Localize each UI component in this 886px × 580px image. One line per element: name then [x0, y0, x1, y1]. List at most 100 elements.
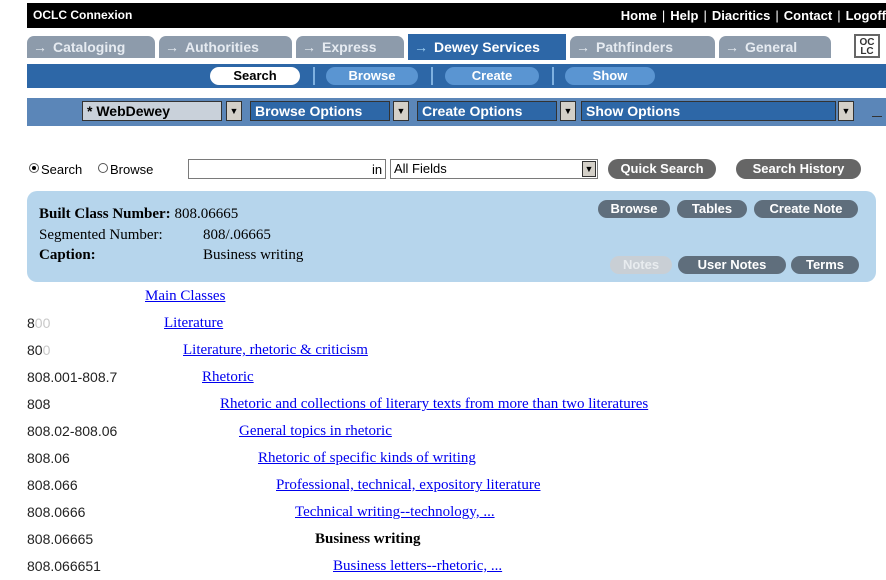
browse-radio[interactable]	[98, 163, 108, 173]
chevron-down-icon[interactable]: ▼	[560, 101, 576, 121]
user-notes-button[interactable]: User Notes	[678, 256, 786, 274]
search-history-button[interactable]: Search History	[736, 159, 861, 179]
class-number: 808	[27, 396, 51, 412]
tab-label: General	[745, 39, 798, 55]
hierarchy-row-current: 808.06665 Business writing	[27, 531, 886, 553]
oclc-logo-icon: OC LC	[854, 34, 880, 58]
options-bar: * WebDewey ▼ Browse Options ▼ Create Opt…	[27, 98, 886, 126]
browse-options-select[interactable]: Browse Options	[250, 101, 390, 121]
hierarchy-link-professional[interactable]: Professional, technical, expository lite…	[276, 477, 541, 494]
tab-express[interactable]: → Express	[296, 36, 404, 58]
subnav-create[interactable]: Create	[445, 67, 539, 85]
tab-label: Express	[322, 39, 377, 55]
class-number: 808.0666	[27, 504, 86, 520]
segmented-number-label: Segmented Number:	[39, 227, 163, 243]
search-radio[interactable]	[29, 163, 39, 173]
hierarchy-link-business-letters[interactable]: Business letters--rhetoric, ...	[333, 558, 502, 575]
chevron-down-icon[interactable]: ▼	[226, 101, 242, 121]
class-number: 808.06665	[27, 531, 94, 547]
arrow-right-icon: →	[414, 39, 428, 55]
subnav-divider	[313, 67, 315, 85]
tables-button[interactable]: Tables	[677, 200, 747, 218]
chevron-down-icon[interactable]: ▼	[838, 101, 854, 121]
field-select-value: All Fields	[394, 161, 447, 176]
arrow-right-icon: →	[165, 39, 179, 55]
arrow-right-icon: →	[576, 39, 590, 55]
hierarchy-row: 800 Literature, rhetoric & criticism	[27, 342, 886, 364]
class-number: 808.066	[27, 477, 78, 493]
tab-general[interactable]: → General	[719, 36, 831, 58]
browse-button[interactable]: Browse	[598, 200, 670, 218]
home-link[interactable]: Home	[621, 8, 657, 23]
record-panel: Built Class Number: 808.06665 Segmented …	[27, 191, 876, 282]
field-select[interactable]: All Fields ▼	[390, 159, 598, 179]
arrow-right-icon: →	[725, 39, 739, 55]
hierarchy-row: 808.001-808.7 Rhetoric	[27, 369, 886, 391]
class-number: 808.02-808.06	[27, 423, 118, 439]
tab-pathfinders[interactable]: → Pathfinders	[570, 36, 715, 58]
create-note-button[interactable]: Create Note	[754, 200, 858, 218]
subnav-browse[interactable]: Browse	[326, 67, 418, 85]
hierarchy-row: 800 Literature	[27, 315, 886, 337]
subnav-search[interactable]: Search	[210, 67, 300, 85]
segmented-number-row: Segmented Number: 808/.06665	[39, 227, 271, 244]
subnav-show[interactable]: Show	[565, 67, 655, 85]
in-label: in	[372, 162, 383, 177]
tab-label: Cataloging	[53, 39, 126, 55]
built-number-value: 808.06665	[174, 206, 239, 222]
browse-radio-label: Browse	[110, 162, 154, 177]
main-tabs: → Cataloging → Authorities → Express → Dewey…	[27, 34, 886, 60]
hierarchy-link-general-topics[interactable]: General topics in rhetoric	[239, 423, 392, 440]
create-options-select[interactable]: Create Options	[417, 101, 557, 121]
hierarchy-link-literature-rhetoric[interactable]: Literature, rhetoric & criticism	[183, 342, 368, 359]
tab-label: Pathfinders	[596, 39, 674, 55]
hierarchy-link-main-classes[interactable]: Main Classes	[145, 288, 225, 305]
hierarchy-link-rhetoric-collections[interactable]: Rhetoric and collections of literary tex…	[220, 396, 648, 413]
arrow-right-icon: →	[33, 39, 47, 55]
top-bar: OCLC Connexion Home | Help | Diacritics | Cont…	[27, 3, 886, 28]
tab-label: Dewey Services	[434, 39, 540, 55]
hierarchy-link-specific-kinds[interactable]: Rhetoric of specific kinds of writing	[258, 450, 476, 467]
divider	[872, 116, 882, 117]
hierarchy-row: Main Classes	[27, 288, 886, 310]
help-link[interactable]: Help	[670, 8, 698, 23]
tab-dewey-services[interactable]: → Dewey Services	[408, 34, 566, 60]
hierarchy-link-literature[interactable]: Literature	[164, 315, 223, 332]
hierarchy-row: 808.0666 Technical writing--technology, …	[27, 504, 886, 526]
diacritics-link[interactable]: Diacritics	[712, 8, 771, 23]
segmented-number-value: 808/.06665	[203, 227, 271, 243]
tab-authorities[interactable]: → Authorities	[159, 36, 292, 58]
search-row: Search Browse in All Fields ▼ Quick Sear…	[27, 158, 886, 182]
terms-button[interactable]: Terms	[791, 256, 859, 274]
logoff-link[interactable]: Logoff	[846, 8, 886, 23]
caption-value: Business writing	[203, 247, 304, 263]
caption-label: Caption:	[39, 247, 96, 263]
hierarchy-row: 808.02-808.06 General topics in rhetoric	[27, 423, 886, 445]
built-number-label: Built Class Number:	[39, 206, 171, 222]
tab-cataloging[interactable]: → Cataloging	[27, 36, 155, 58]
built-number-row: Built Class Number: 808.06665	[39, 206, 238, 223]
caption-row: Caption: Business writing	[39, 247, 303, 264]
top-links: Home | Help | Diacritics | Contact | Logoff	[620, 8, 886, 23]
notes-button[interactable]: Notes	[610, 256, 672, 274]
hierarchy-row: 808.06 Rhetoric of specific kinds of wri…	[27, 450, 886, 472]
arrow-right-icon: →	[302, 39, 316, 55]
chevron-down-icon[interactable]: ▼	[393, 101, 409, 121]
hierarchy-link-rhetoric[interactable]: Rhetoric	[202, 369, 254, 386]
quick-search-button[interactable]: Quick Search	[608, 159, 716, 179]
class-number: 808.06	[27, 450, 70, 466]
hierarchy-row: 808.066 Professional, technical, exposit…	[27, 477, 886, 499]
contact-link[interactable]: Contact	[784, 8, 832, 23]
subnav-divider	[431, 67, 433, 85]
current-caption: Business writing	[315, 531, 421, 547]
search-input[interactable]	[188, 159, 386, 179]
show-options-select[interactable]: Show Options	[581, 101, 836, 121]
search-radio-label: Search	[41, 162, 83, 177]
app-title: OCLC Connexion	[33, 8, 133, 22]
database-select[interactable]: * WebDewey	[82, 101, 222, 121]
hierarchy-link-technical-writing[interactable]: Technical writing--technology, ...	[295, 504, 495, 521]
class-number: 808.066651	[27, 558, 101, 574]
class-number: 800	[27, 315, 51, 331]
sub-nav: Search Browse Create Show	[27, 64, 886, 88]
chevron-down-icon[interactable]: ▼	[582, 161, 596, 177]
